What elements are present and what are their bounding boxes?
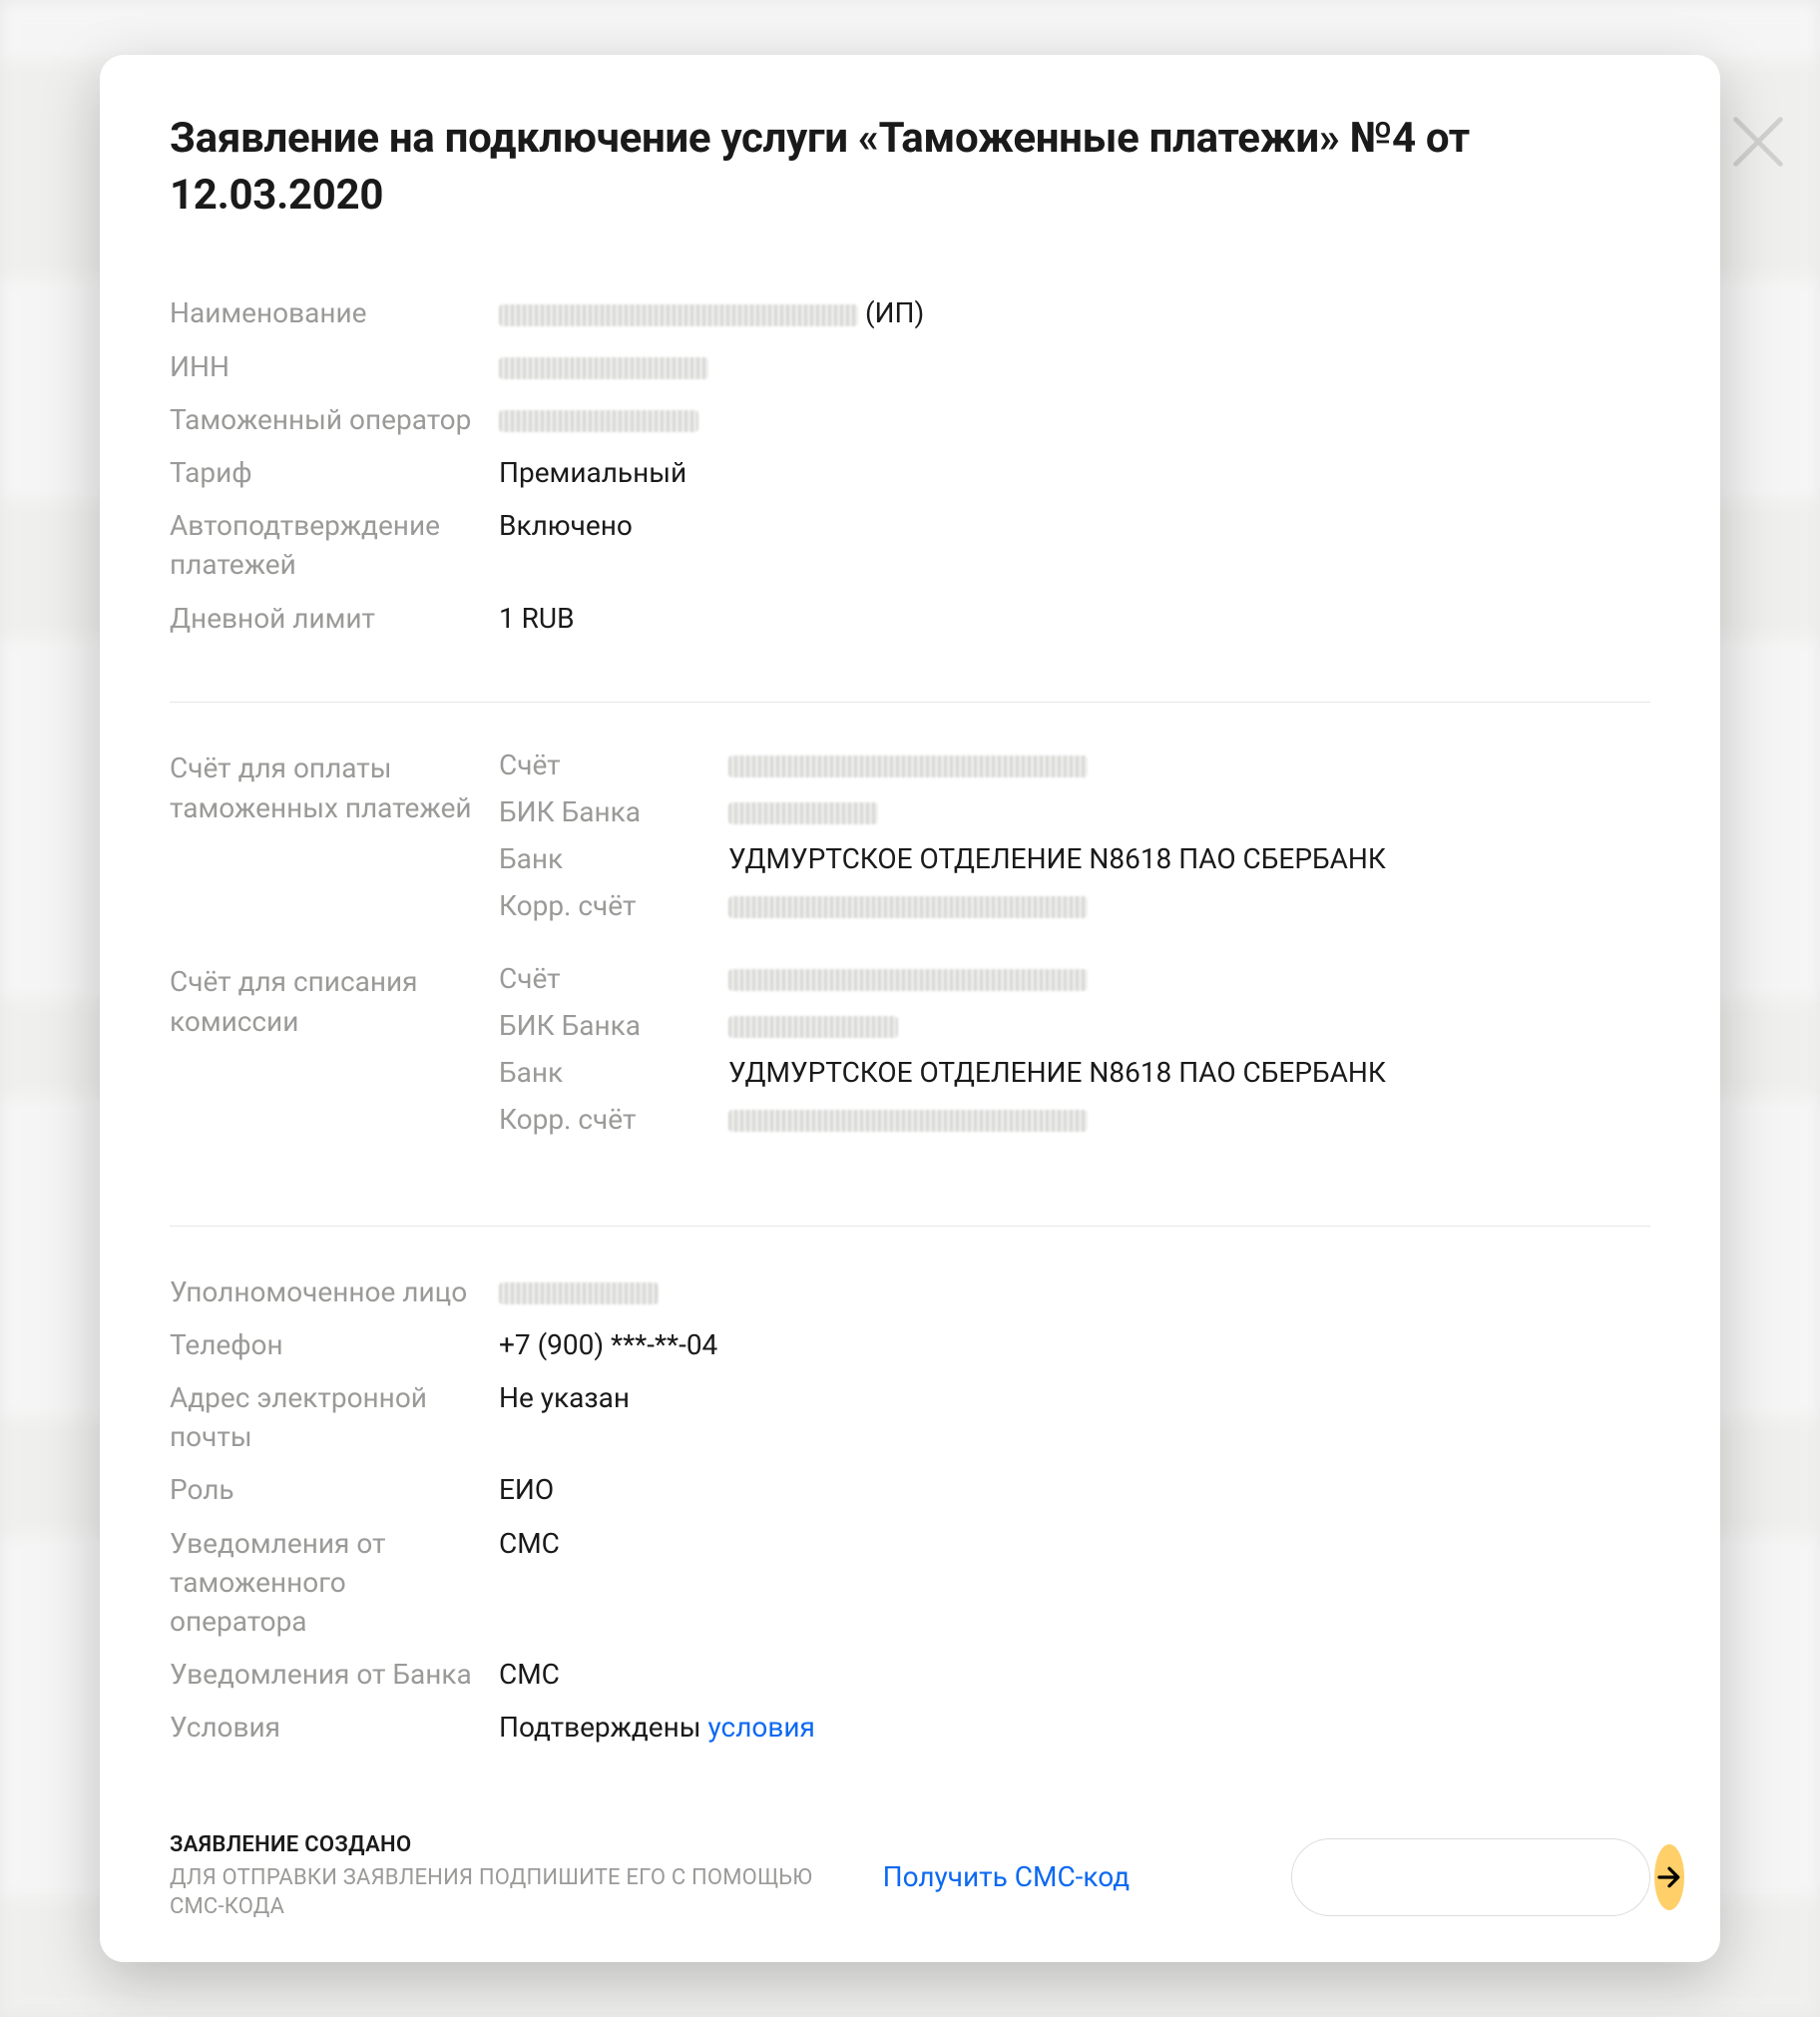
- status-title: ЗАЯВЛЕНИЕ СОЗДАНО: [170, 1832, 851, 1857]
- field-label: Наименование: [170, 293, 499, 332]
- get-sms-code-link[interactable]: Получить СМС-код: [883, 1860, 1131, 1893]
- account-subvalue: [728, 1103, 1650, 1136]
- submit-sms-button[interactable]: [1654, 1844, 1684, 1910]
- account-subrow: Счёт: [499, 749, 1650, 781]
- account-sublabel: Банк: [499, 842, 728, 875]
- field-value: [499, 347, 1650, 386]
- field-value: Не указан: [499, 1378, 1650, 1417]
- application-modal: Заявление на подключение услуги «Таможен…: [100, 55, 1720, 1962]
- field-label: Условия: [170, 1708, 499, 1747]
- field-value: [499, 400, 1650, 439]
- modal-title: Заявление на подключение услуги «Таможен…: [170, 111, 1650, 224]
- account-block: Счёт для списания комиссииСчёт БИК Банка Б…: [170, 962, 1650, 1150]
- account-sublabel: Банк: [499, 1056, 728, 1089]
- field-row: Дневной лимит1 RUB: [170, 599, 1650, 638]
- divider: [170, 1226, 1650, 1227]
- field-row: УсловияПодтверждены условия: [170, 1708, 1650, 1747]
- account-sublabel: БИК Банка: [499, 795, 728, 828]
- field-label: Дневной лимит: [170, 599, 499, 638]
- field-value: (ИП): [499, 293, 1650, 332]
- section-authorized-person: Уполномоченное лицо Телефон+7 (900) ***-*…: [170, 1272, 1650, 1797]
- status-subtitle: ДЛЯ ОТПРАВКИ ЗАЯВЛЕНИЯ ПОДПИШИТЕ ЕГО С П…: [170, 1863, 851, 1922]
- sms-code-field[interactable]: [1291, 1838, 1650, 1916]
- account-sublabel: Счёт: [499, 962, 728, 995]
- account-subvalue: [728, 889, 1650, 922]
- field-row: Уполномоченное лицо: [170, 1272, 1650, 1311]
- account-subrow: БИК Банка: [499, 1009, 1650, 1042]
- account-subvalue: [728, 1009, 1650, 1042]
- field-value: 1 RUB: [499, 599, 1650, 638]
- account-subrow: Корр. счёт: [499, 889, 1650, 922]
- field-label: Автоподтверждение платежей: [170, 506, 499, 584]
- account-subvalue: [728, 962, 1650, 995]
- field-label: Уведомления от таможенного оператора: [170, 1524, 499, 1642]
- account-subrow: БИК Банка: [499, 795, 1650, 828]
- field-row: Уведомления от таможенного оператораСМС: [170, 1524, 1650, 1642]
- field-row: Адрес электронной почтыНе указан: [170, 1378, 1650, 1456]
- field-value: ЕИО: [499, 1470, 1650, 1509]
- divider: [170, 702, 1650, 703]
- field-label: Адрес электронной почты: [170, 1378, 499, 1456]
- account-subrow: БанкУДМУРТСКОЕ ОТДЕЛЕНИЕ N8618 ПАО СБЕРБ…: [499, 1056, 1650, 1089]
- account-subvalue: [728, 749, 1650, 781]
- close-icon[interactable]: [1726, 110, 1790, 174]
- field-value: [499, 1272, 1650, 1311]
- field-row: Автоподтверждение платежейВключено: [170, 506, 1650, 584]
- section-basic-info: Наименование (ИП)ИННТаможенный операторТ…: [170, 293, 1650, 687]
- field-value: СМС: [499, 1524, 1650, 1563]
- account-subrow: Корр. счёт: [499, 1103, 1650, 1136]
- field-row: Уведомления от БанкаСМС: [170, 1655, 1650, 1694]
- account-subvalue: УДМУРТСКОЕ ОТДЕЛЕНИЕ N8618 ПАО СБЕРБАНК: [728, 842, 1650, 875]
- account-subvalue: [728, 795, 1650, 828]
- modal-content: Наименование (ИП)ИННТаможенный операторТ…: [170, 293, 1650, 1797]
- field-label: Роль: [170, 1470, 499, 1509]
- field-value: Премиальный: [499, 453, 1650, 492]
- field-row: РольЕИО: [170, 1470, 1650, 1509]
- field-row: Телефон+7 (900) ***-**-04: [170, 1325, 1650, 1364]
- field-label: Уполномоченное лицо: [170, 1272, 499, 1311]
- account-group-label: Счёт для списания комиссии: [170, 962, 499, 1150]
- field-value: Подтверждены условия: [499, 1708, 1650, 1747]
- field-value: СМС: [499, 1655, 1650, 1694]
- field-label: Телефон: [170, 1325, 499, 1364]
- field-row: Наименование (ИП): [170, 293, 1650, 332]
- field-row: ТарифПремиальный: [170, 453, 1650, 492]
- account-group-label: Счёт для оплаты таможенных платежей: [170, 749, 499, 936]
- account-block: Счёт для оплаты таможенных платежейСчёт Б…: [170, 749, 1650, 936]
- field-row: Таможенный оператор: [170, 400, 1650, 439]
- field-label: ИНН: [170, 347, 499, 386]
- terms-link[interactable]: условия: [707, 1711, 814, 1744]
- account-sublabel: Счёт: [499, 749, 728, 781]
- account-subvalue: УДМУРТСКОЕ ОТДЕЛЕНИЕ N8618 ПАО СБЕРБАНК: [728, 1056, 1650, 1089]
- account-subrow: БанкУДМУРТСКОЕ ОТДЕЛЕНИЕ N8618 ПАО СБЕРБ…: [499, 842, 1650, 875]
- account-sublabel: БИК Банка: [499, 1009, 728, 1042]
- account-subrow: Счёт: [499, 962, 1650, 995]
- field-label: Тариф: [170, 453, 499, 492]
- field-value: Включено: [499, 506, 1650, 545]
- account-sublabel: Корр. счёт: [499, 889, 728, 922]
- field-value: +7 (900) ***-**-04: [499, 1325, 1650, 1364]
- sms-code-input[interactable]: [1320, 1861, 1654, 1892]
- account-sublabel: Корр. счёт: [499, 1103, 728, 1136]
- modal-footer: ЗАЯВЛЕНИЕ СОЗДАНО ДЛЯ ОТПРАВКИ ЗАЯВЛЕНИЯ…: [170, 1798, 1650, 1922]
- field-row: ИНН: [170, 347, 1650, 386]
- field-label: Уведомления от Банка: [170, 1655, 499, 1694]
- field-label: Таможенный оператор: [170, 400, 499, 439]
- section-accounts: Счёт для оплаты таможенных платежейСчёт Б…: [170, 749, 1650, 1212]
